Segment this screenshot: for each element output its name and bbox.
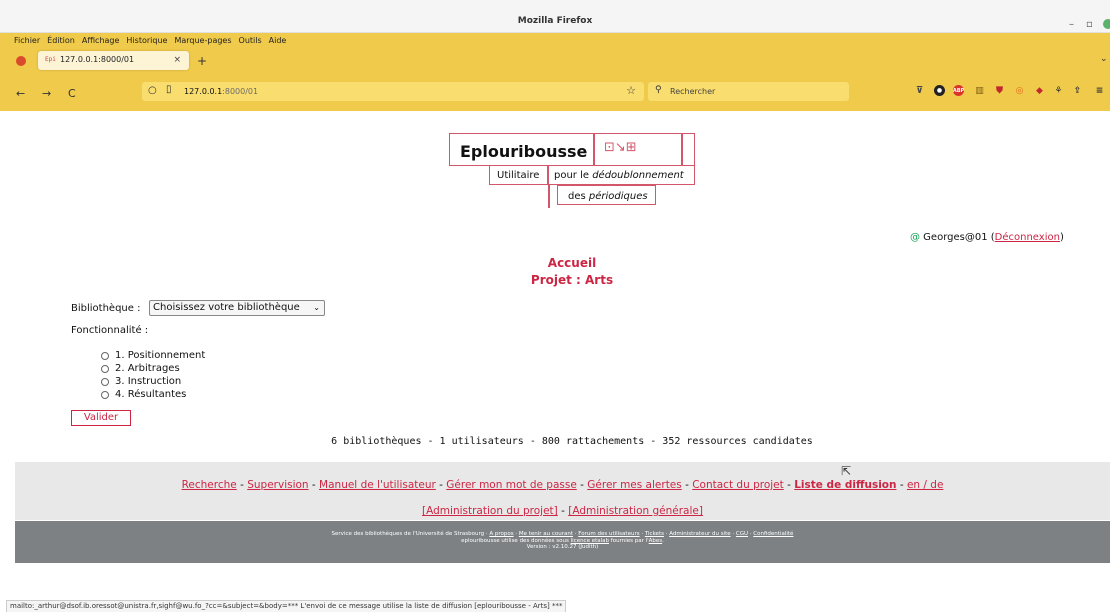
function-label: Fonctionnalité : xyxy=(71,325,149,336)
footer-links-panel: Recherche - Supervision - Manuel de l'ut… xyxy=(15,462,1110,520)
window-title: Mozilla Firefox xyxy=(517,16,593,26)
extension-dark-icon[interactable]: ● xyxy=(934,85,945,96)
footer-link-recherche[interactable]: Recherche xyxy=(182,479,237,491)
admin-general-link[interactable]: [Administration générale] xyxy=(568,505,703,517)
footer-licence-link[interactable]: licence etalab xyxy=(571,538,609,544)
extension-grid-icon[interactable]: ▥ xyxy=(974,85,985,96)
footer-tickets-link[interactable]: Tickets xyxy=(645,531,664,537)
footer-link-alertes[interactable]: Gérer mes alertes xyxy=(587,479,681,491)
menu-marque-pages[interactable]: Marque-pages xyxy=(174,33,231,48)
menu-historique[interactable]: Historique xyxy=(126,33,167,48)
user-name: Georges@01 ( xyxy=(920,232,995,243)
tab-label: 127.0.0.1:8000/01 xyxy=(60,55,135,64)
search-bar[interactable]: ⚲ Rechercher xyxy=(648,82,849,101)
window-titlebar: Mozilla Firefox – ▫ xyxy=(0,0,1110,33)
maximize-button[interactable]: ▫ xyxy=(1086,19,1093,30)
search-placeholder: Rechercher xyxy=(670,87,716,96)
logo-subtitle-2: des périodiques xyxy=(568,191,648,202)
logo-utilitaire: Utilitaire xyxy=(497,170,540,181)
footer-info: Service des bibliothèques de l'Universit… xyxy=(15,521,1110,563)
footer-news-link[interactable]: Me tenir au courant xyxy=(519,531,573,537)
radio-button[interactable] xyxy=(101,351,109,360)
option-resultantes[interactable]: 4. Résultantes xyxy=(101,388,205,401)
footer-abes-link[interactable]: Abes xyxy=(649,538,663,544)
version-text: Version : v2.10.27 (Judith) xyxy=(526,544,599,550)
radio-button[interactable] xyxy=(101,364,109,373)
logo-divider xyxy=(548,185,550,208)
adblock-icon[interactable]: ABP xyxy=(953,85,964,96)
radio-button[interactable] xyxy=(101,377,109,386)
footer-link-mot-de-passe[interactable]: Gérer mon mot de passe xyxy=(446,479,577,491)
logo-icons: ⊡↘⊞ xyxy=(604,140,637,155)
logo-subtitle: pour le dédoublonnement xyxy=(554,170,684,181)
share-icon[interactable]: ⇪ xyxy=(1072,85,1083,96)
library-select[interactable]: Choisissez votre bibliothèque ⌄ xyxy=(149,300,325,316)
hamburger-menu-icon[interactable]: ≡ xyxy=(1094,85,1105,96)
logo-divider xyxy=(593,133,595,166)
reload-button[interactable]: C xyxy=(68,87,76,100)
function-options: 1. Positionnement 2. Arbitrages 3. Instr… xyxy=(101,349,205,401)
submit-button[interactable]: Valider xyxy=(71,410,131,426)
menu-fichier[interactable]: Fichier xyxy=(14,33,40,48)
chevron-down-icon: ⌄ xyxy=(313,303,320,312)
menu-affichage[interactable]: Affichage xyxy=(82,33,120,48)
firefox-view-icon[interactable] xyxy=(16,56,26,66)
mouse-cursor-icon: ⇱ xyxy=(841,464,852,478)
option-arbitrages[interactable]: 2. Arbitrages xyxy=(101,362,205,375)
ublock-icon[interactable]: ⛊ xyxy=(994,85,1005,96)
admin-project-link[interactable]: [Administration du projet] xyxy=(422,505,558,517)
user-at-icon: @ xyxy=(910,232,920,243)
footer-link-contact[interactable]: Contact du projet xyxy=(692,479,784,491)
menu-edition[interactable]: Édition xyxy=(47,33,75,48)
back-button[interactable]: ← xyxy=(16,87,25,100)
logo-title: Eplouribousse xyxy=(460,142,588,161)
logo-divider xyxy=(547,165,549,185)
new-tab-button[interactable]: + xyxy=(197,54,207,68)
extensions-puzzle-icon[interactable]: ⚘ xyxy=(1053,85,1064,96)
footer-link-language[interactable]: en / de xyxy=(907,479,943,491)
tab-strip: Epi 127.0.0.1:8000/01 × + ⌄ xyxy=(0,48,1110,73)
option-positionnement[interactable]: 1. Positionnement xyxy=(101,349,205,362)
tab-active[interactable]: Epi 127.0.0.1:8000/01 × xyxy=(38,51,189,70)
extension-red-icon[interactable]: ◆ xyxy=(1034,85,1045,96)
minimize-button[interactable]: – xyxy=(1069,19,1074,30)
project-title: Projet : Arts xyxy=(530,273,614,287)
url-bar[interactable]: ○ ▯ 127.0.0.1:8000/01 ☆ xyxy=(142,82,644,101)
page-info-icon[interactable]: ▯ xyxy=(166,84,172,95)
footer-link-liste-diffusion[interactable]: Liste de diffusion xyxy=(794,479,896,491)
close-window-icon[interactable] xyxy=(1103,19,1110,29)
footer-about-link[interactable]: A propos xyxy=(489,531,513,537)
library-label: Bibliothèque : xyxy=(71,303,141,314)
menu-aide[interactable]: Aide xyxy=(269,33,287,48)
logout-link[interactable]: Déconnexion xyxy=(995,232,1060,243)
footer-link-manuel[interactable]: Manuel de l'utilisateur xyxy=(319,479,436,491)
pocket-icon[interactable]: ⊽ xyxy=(914,85,925,96)
menu-bar: Fichier Édition Affichage Historique Mar… xyxy=(0,33,1110,48)
url-text[interactable]: 127.0.0.1:8000/01 xyxy=(184,87,258,96)
option-instruction[interactable]: 3. Instruction xyxy=(101,375,205,388)
bookmark-star-icon[interactable]: ☆ xyxy=(626,84,636,97)
search-icon: ⚲ xyxy=(655,85,662,95)
user-info: @ Georges@01 (Déconnexion) xyxy=(910,232,1064,243)
stats-summary: 6 bibliothèques - 1 utilisateurs - 800 r… xyxy=(331,436,813,447)
footer-link-supervision[interactable]: Supervision xyxy=(247,479,308,491)
tracking-shield-icon[interactable]: ○ xyxy=(148,85,157,96)
footer-admin-link[interactable]: Administrateur du site xyxy=(669,531,730,537)
extension-orange-icon[interactable]: ◎ xyxy=(1014,85,1025,96)
logo-divider xyxy=(681,133,683,166)
forward-button[interactable]: → xyxy=(42,87,51,100)
page-title: Accueil xyxy=(547,256,597,270)
site-favicon-icon: Epi xyxy=(45,56,56,63)
tab-close-icon[interactable]: × xyxy=(173,55,181,65)
list-tabs-icon[interactable]: ⌄ xyxy=(1100,54,1108,64)
status-bar: mailto:_arthur@dsof.ib.oressot@unistra.f… xyxy=(6,600,567,612)
footer-privacy-link[interactable]: Confidentialité xyxy=(753,531,793,537)
menu-outils[interactable]: Outils xyxy=(239,33,262,48)
footer-cgu-link[interactable]: CGU xyxy=(736,531,748,537)
radio-button[interactable] xyxy=(101,390,109,399)
footer-forum-link[interactable]: Forum des utilisateurs xyxy=(578,531,639,537)
